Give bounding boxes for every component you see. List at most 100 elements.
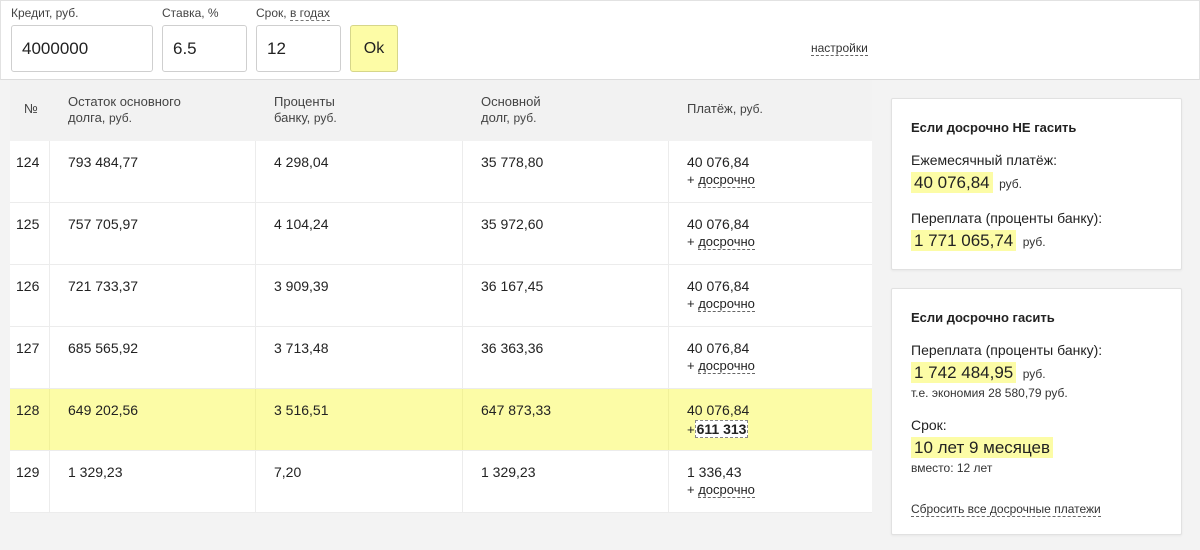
- row-principal: 35 778,80: [463, 141, 669, 202]
- row-payment-cell: 1 336,43 + досрочно: [669, 451, 872, 512]
- rate-input[interactable]: [162, 25, 247, 72]
- early-plus: +: [687, 482, 695, 497]
- term-label: Срок:: [911, 417, 947, 433]
- term-field-group: Срок, в годах: [256, 5, 341, 72]
- table-row: 126 721 733,37 3 909,39 36 167,45 40 076…: [10, 265, 872, 327]
- row-remaining-principal: 721 733,37: [50, 265, 256, 326]
- row-principal: 36 167,45: [463, 265, 669, 326]
- term-input[interactable]: [256, 25, 341, 72]
- row-remaining-principal: 757 705,97: [50, 203, 256, 264]
- row-payment: 1 336,43: [687, 464, 742, 480]
- row-remaining-principal: 793 484,77: [50, 141, 256, 202]
- col-header-payment-unit: руб.: [740, 102, 763, 116]
- early-payment-link[interactable]: досрочно: [698, 296, 755, 312]
- col-header-principal-line1: Основной: [481, 94, 541, 109]
- early-payment-control: + досрочно: [687, 234, 872, 250]
- term-label-prefix: Срок,: [256, 6, 287, 20]
- row-payment-cell: 40 076,84 + досрочно: [669, 203, 872, 264]
- col-header-payment: Платёж, руб.: [669, 80, 872, 141]
- early-plus: +: [687, 358, 695, 373]
- instead-note: вместо: 12 лет: [911, 461, 993, 475]
- reset-early-payments-link[interactable]: Сбросить все досрочные платежи: [911, 502, 1101, 517]
- col-header-interest: Проценты банку, руб.: [256, 80, 463, 141]
- col-header-principal: Основной долг, руб.: [463, 80, 669, 141]
- col-header-interest-line2: банку,: [274, 110, 311, 125]
- currency-label: руб.: [999, 177, 1022, 191]
- row-payment: 40 076,84: [687, 278, 750, 294]
- monthly-payment-value: 40 076,84: [911, 172, 993, 193]
- rate-field-group: Ставка, %: [162, 5, 247, 72]
- early-payment-control: +611 313: [687, 420, 872, 438]
- row-payment: 40 076,84: [687, 216, 750, 232]
- row-interest: 3 516,51: [256, 389, 463, 450]
- ok-button[interactable]: Ok: [350, 25, 398, 72]
- currency-label: руб.: [1022, 235, 1046, 249]
- payment-schedule-table: № Остаток основного долга, руб. Проценты…: [10, 80, 872, 513]
- summary-card-early: Если досрочно гасить Переплата (проценты…: [891, 288, 1182, 535]
- col-header-remaining-principal: Остаток основного долга, руб.: [50, 80, 256, 141]
- row-interest: 7,20: [256, 451, 463, 512]
- summary-card-no-early: Если досрочно НЕ гасить Ежемесячный плат…: [891, 98, 1182, 270]
- col-header-principal-unit: руб.: [513, 111, 537, 125]
- row-payment-cell: 40 076,84 + досрочно: [669, 327, 872, 388]
- term-value: 10 лет 9 месяцев: [911, 437, 1054, 458]
- credit-label: Кредит, руб.: [11, 6, 79, 20]
- row-interest: 3 713,48: [256, 327, 463, 388]
- col-header-payment-line1: Платёж,: [687, 101, 737, 116]
- table-row: 124 793 484,77 4 298,04 35 778,80 40 076…: [10, 141, 872, 203]
- savings-note: т.е. экономия 28 580,79 руб.: [911, 386, 1068, 400]
- monthly-payment-line: 40 076,84 руб.: [911, 172, 1162, 194]
- row-number: 128: [10, 389, 50, 450]
- row-payment: 40 076,84: [687, 402, 750, 418]
- row-number: 125: [10, 203, 50, 264]
- row-payment-cell: 40 076,84 + досрочно: [669, 265, 872, 326]
- overpay-label: Переплата (проценты банку):: [911, 210, 1103, 226]
- table-row-highlighted: 128 649 202,56 3 516,51 647 873,33 40 07…: [10, 389, 872, 451]
- col-header-remaining-line1: Остаток основного: [68, 94, 181, 109]
- row-interest: 3 909,39: [256, 265, 463, 326]
- table-row: 127 685 565,92 3 713,48 36 363,36 40 076…: [10, 327, 872, 389]
- early-payment-control: + досрочно: [687, 358, 872, 374]
- row-payment-cell: 40 076,84 +611 313: [669, 389, 872, 450]
- currency-label: руб.: [1022, 367, 1046, 381]
- overpay-line: 1 771 065,74 руб.: [911, 230, 1162, 252]
- row-number: 127: [10, 327, 50, 388]
- col-header-principal-line2: долг,: [481, 110, 510, 125]
- row-principal: 1 329,23: [463, 451, 669, 512]
- row-payment-cell: 40 076,84 + досрочно: [669, 141, 872, 202]
- col-header-interest-unit: руб.: [313, 111, 337, 125]
- row-principal: 36 363,36: [463, 327, 669, 388]
- row-remaining-principal: 649 202,56: [50, 389, 256, 450]
- row-payment: 40 076,84: [687, 340, 750, 356]
- table-header: № Остаток основного долга, руб. Проценты…: [10, 80, 872, 141]
- row-number: 129: [10, 451, 50, 512]
- early-payment-link[interactable]: досрочно: [698, 172, 755, 188]
- row-principal: 35 972,60: [463, 203, 669, 264]
- early-plus: +: [687, 422, 695, 437]
- early-payment-link[interactable]: досрочно: [698, 234, 755, 250]
- table-row: 125 757 705,97 4 104,24 35 972,60 40 076…: [10, 203, 872, 265]
- table-row: 129 1 329,23 7,20 1 329,23 1 336,43 + до…: [10, 451, 872, 513]
- rate-label: Ставка, %: [162, 6, 219, 20]
- early-payment-link[interactable]: досрочно: [698, 482, 755, 498]
- term-line: 10 лет 9 месяцев: [911, 437, 1162, 459]
- row-payment: 40 076,84: [687, 154, 750, 170]
- col-header-number: №: [24, 101, 38, 116]
- term-units-toggle[interactable]: в годах: [289, 6, 330, 21]
- overpay-value: 1 771 065,74: [911, 230, 1017, 251]
- early-payment-amount[interactable]: 611 313: [694, 420, 749, 438]
- input-bar: Кредит, руб. Ставка, % Срок, в годах Ok …: [0, 0, 1200, 80]
- early-payment-control: + досрочно: [687, 172, 872, 188]
- overpay-line: 1 742 484,95 руб.: [911, 362, 1162, 384]
- monthly-payment-label: Ежемесячный платёж:: [911, 152, 1057, 168]
- overpay-label: Переплата (проценты банку):: [911, 342, 1103, 358]
- early-payment-link[interactable]: досрочно: [698, 358, 755, 374]
- row-number: 126: [10, 265, 50, 326]
- early-plus: +: [687, 234, 695, 249]
- col-header-remaining-unit: руб.: [109, 111, 132, 125]
- early-payment-control: + досрочно: [687, 296, 872, 312]
- credit-input[interactable]: [11, 25, 153, 72]
- row-interest: 4 298,04: [256, 141, 463, 202]
- settings-link[interactable]: настройки: [811, 41, 868, 56]
- early-plus: +: [687, 172, 695, 187]
